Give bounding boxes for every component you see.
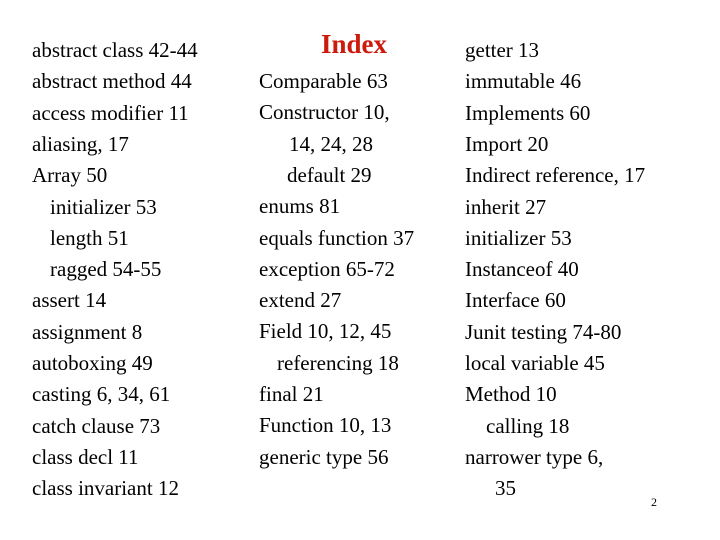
index-entry: abstract class 42-44 [32, 38, 198, 62]
page-title: Index [321, 29, 388, 59]
index-subentry: initializer 53 [50, 194, 157, 219]
index-entry: abstract method 44 [32, 69, 192, 94]
index-entry: equals function 37 [259, 225, 415, 250]
index-entry: getter 13 [465, 38, 540, 62]
index-entry: Implements 60 [465, 100, 591, 125]
index-entry: class decl 11 [32, 444, 139, 469]
index-entry: enums 81 [259, 194, 341, 219]
page-number: 2 [651, 495, 657, 509]
index-entry: assert 14 [32, 288, 107, 313]
index-entry: autoboxing 49 [32, 351, 153, 375]
index-subentry: 14, 24, 28 [289, 131, 373, 156]
index-entry: exception 65-72 [259, 256, 395, 281]
index-entry: initializer 53 [465, 225, 572, 250]
index-entry: final 21 [259, 382, 324, 406]
index-entry: casting 6, 34, 61 [32, 382, 171, 407]
index-entry: immutable 46 [465, 69, 582, 94]
index-entry: Field 10, 12, 45 [259, 319, 392, 344]
index-entry: aliasing, 17 [32, 131, 129, 156]
index-entry: inherit 27 [465, 194, 547, 219]
index-entry: catch clause 73 [32, 413, 161, 438]
index-subentry: 35 [495, 476, 516, 501]
index-entry: Method 10 [465, 382, 557, 407]
index-subentry: calling 18 [486, 413, 570, 438]
index-entry: Import 20 [465, 131, 549, 156]
index-subentry: length 51 [50, 225, 129, 250]
index-entry: access modifier 11 [32, 100, 189, 125]
index-entry: extend 27 [259, 288, 342, 313]
index-entry: Junit testing 74-80 [465, 319, 622, 344]
index-entry: local variable 45 [465, 351, 605, 375]
index-entry: class invariant 12 [32, 476, 179, 501]
index-entry: generic type 56 [259, 444, 389, 469]
index-entry: assignment 8 [32, 319, 143, 344]
index-subentry: default 29 [287, 162, 372, 187]
index-entry: Indirect reference, 17 [465, 163, 646, 188]
index-entry: Function 10, 13 [259, 413, 392, 438]
index-entry: Interface 60 [465, 288, 566, 313]
index-entry: Array 50 [32, 163, 108, 188]
index-entry: Constructor 10, [259, 100, 390, 125]
index-entry: Comparable 63 [259, 69, 388, 93]
index-subentry: ragged 54-55 [50, 257, 162, 282]
index-entry: Instanceof 40 [465, 257, 579, 282]
index-subentry: referencing 18 [277, 350, 399, 375]
index-entry: narrower type 6, [465, 444, 604, 469]
